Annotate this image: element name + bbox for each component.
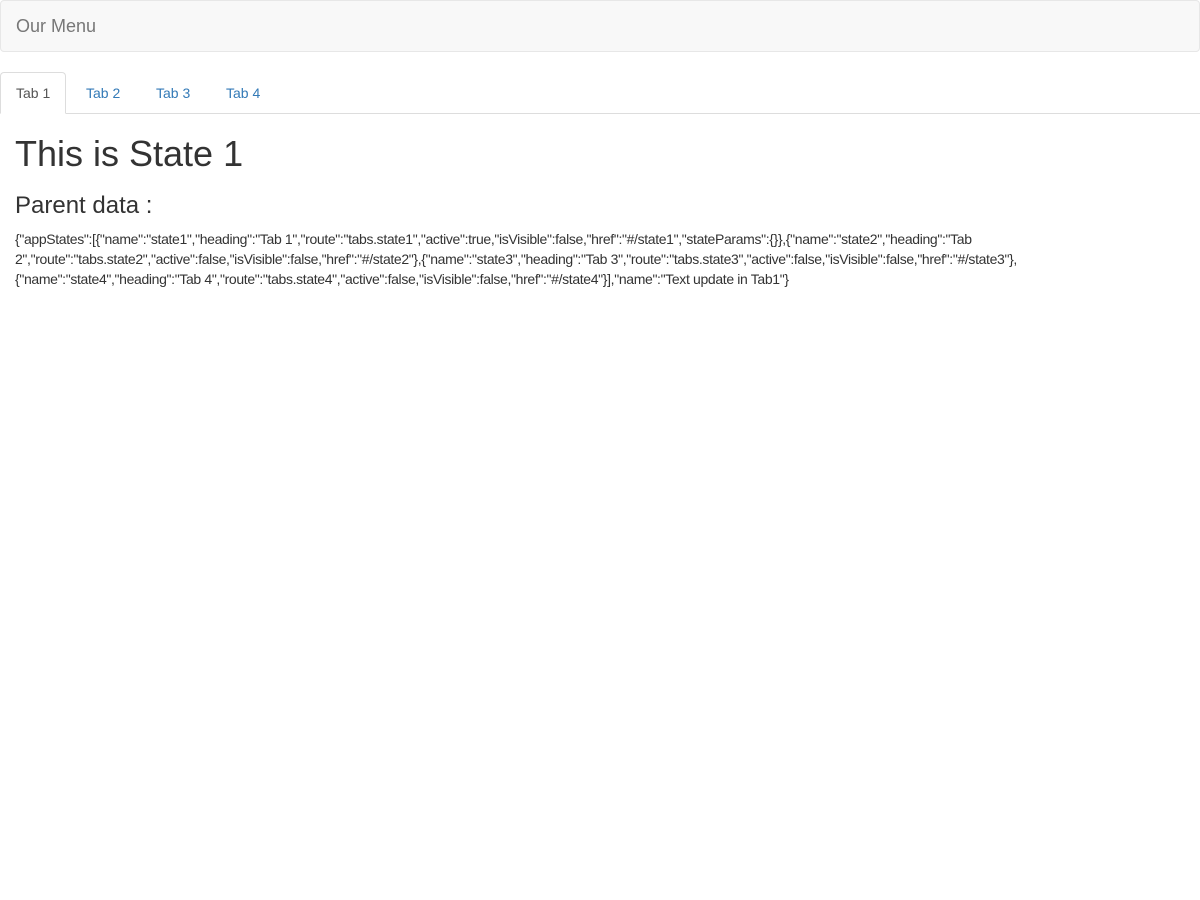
navbar-brand[interactable]: Our Menu bbox=[16, 1, 96, 51]
parent-data-json: {"appStates":[{"name":"state1","heading"… bbox=[15, 231, 1017, 287]
tab-2[interactable]: Tab 2 bbox=[70, 72, 136, 112]
parent-data-label: Parent data : bbox=[15, 192, 153, 219]
tab-bar: Tab 1 Tab 2 Tab 3 Tab 4 bbox=[0, 72, 1200, 114]
state-heading: This is State 1 bbox=[15, 133, 244, 174]
tab-4[interactable]: Tab 4 bbox=[210, 72, 276, 112]
tab-3[interactable]: Tab 3 bbox=[140, 72, 206, 112]
tab-1[interactable]: Tab 1 bbox=[0, 72, 67, 114]
navbar: Our Menu bbox=[0, 0, 1200, 52]
